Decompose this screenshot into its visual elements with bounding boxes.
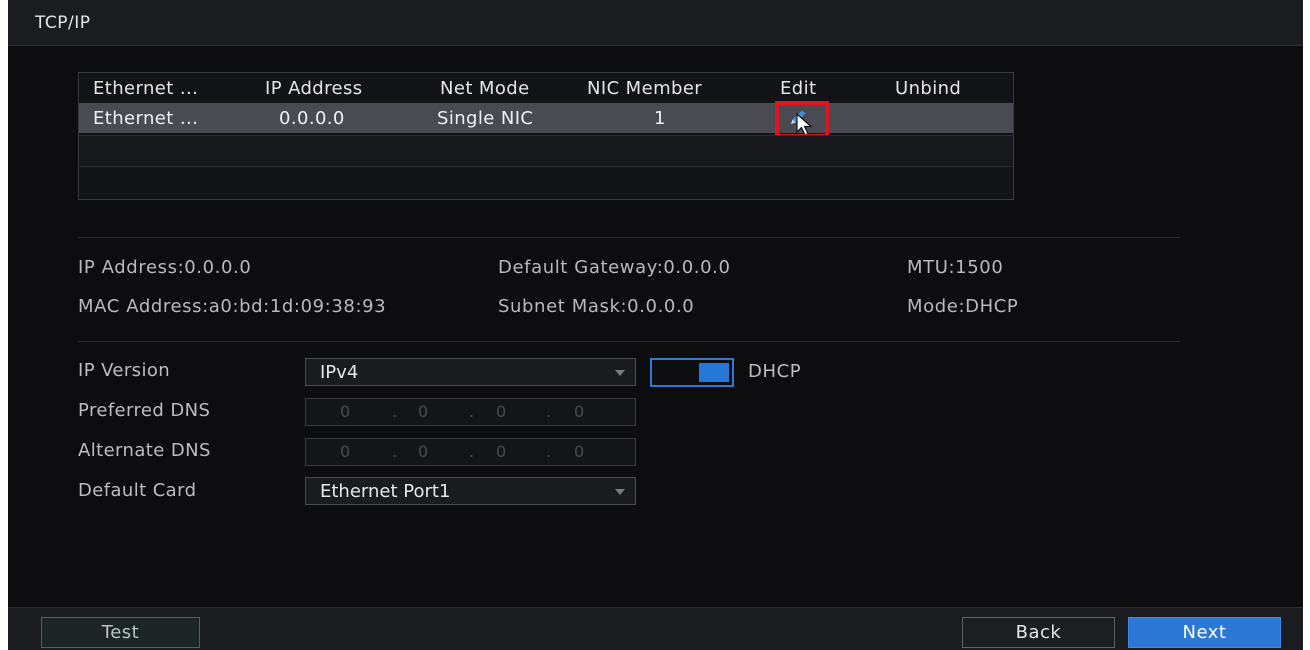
table-row-empty: [79, 135, 1013, 167]
octet: 0: [496, 442, 507, 461]
cell-ethernet: Ethernet ...: [93, 108, 199, 129]
ip-version-value: IPv4: [320, 362, 359, 383]
octet: 0: [340, 402, 351, 421]
octet: 0: [340, 442, 351, 461]
table-row[interactable]: Ethernet ... 0.0.0.0 Single NIC 1: [79, 101, 1013, 138]
header-ip-address: IP Address: [265, 78, 363, 99]
divider: [78, 341, 1180, 342]
alternate-dns-label: Alternate DNS: [78, 440, 211, 461]
default-card-select[interactable]: Ethernet Port1: [305, 477, 636, 505]
default-card-label: Default Card: [78, 480, 197, 501]
info-mode: Mode:DHCP: [907, 296, 1019, 317]
info-mtu: MTU:1500: [907, 257, 1004, 278]
dot: .: [392, 402, 398, 421]
dot: .: [546, 402, 552, 421]
tcpip-window: TCP/IP Ethernet ... IP Address Net Mode …: [8, 0, 1303, 650]
table-header: Ethernet ... IP Address Net Mode NIC Mem…: [79, 73, 1013, 103]
info-default-gateway: Default Gateway:0.0.0.0: [498, 257, 731, 278]
dot: .: [546, 442, 552, 461]
info-subnet-mask: Subnet Mask:0.0.0.0: [498, 296, 695, 317]
info-mac-address: MAC Address:a0:bd:1d:09:38:93: [78, 296, 387, 317]
dhcp-toggle[interactable]: [650, 358, 734, 387]
dot: .: [469, 442, 475, 461]
toggle-knob: [699, 363, 729, 382]
cell-net-mode: Single NIC: [437, 108, 534, 129]
dot: .: [469, 402, 475, 421]
info-ip-address: IP Address:0.0.0.0: [78, 257, 252, 278]
octet: 0: [574, 402, 585, 421]
ip-version-label: IP Version: [78, 360, 171, 381]
preferred-dns-label: Preferred DNS: [78, 400, 211, 421]
octet: 0: [574, 442, 585, 461]
alternate-dns-input[interactable]: 0 . 0 . 0 . 0: [305, 438, 636, 466]
chevron-down-icon: [615, 489, 625, 495]
table-row-empty: [79, 167, 1013, 198]
octet: 0: [418, 442, 429, 461]
test-button[interactable]: Test: [41, 617, 200, 648]
edit-highlight-box: [775, 101, 829, 138]
cell-nic-member: 1: [654, 108, 666, 129]
dhcp-label: DHCP: [748, 361, 802, 382]
preferred-dns-input[interactable]: 0 . 0 . 0 . 0: [305, 398, 636, 426]
ip-version-select[interactable]: IPv4: [305, 358, 636, 386]
header-ethernet: Ethernet ...: [93, 78, 199, 99]
title-bar: TCP/IP: [8, 0, 1303, 46]
back-button[interactable]: Back: [962, 617, 1115, 648]
nic-table: Ethernet ... IP Address Net Mode NIC Mem…: [78, 72, 1014, 200]
cell-ip-address: 0.0.0.0: [279, 108, 345, 129]
dot: .: [392, 442, 398, 461]
next-button[interactable]: Next: [1128, 617, 1281, 648]
octet: 0: [418, 402, 429, 421]
divider: [78, 237, 1180, 238]
header-net-mode: Net Mode: [440, 78, 530, 99]
chevron-down-icon: [615, 370, 625, 376]
header-edit: Edit: [780, 78, 817, 99]
window-title: TCP/IP: [35, 13, 91, 33]
octet: 0: [496, 402, 507, 421]
default-card-value: Ethernet Port1: [320, 481, 451, 502]
header-unbind: Unbind: [895, 78, 962, 99]
header-nic-member: NIC Member: [587, 78, 703, 99]
